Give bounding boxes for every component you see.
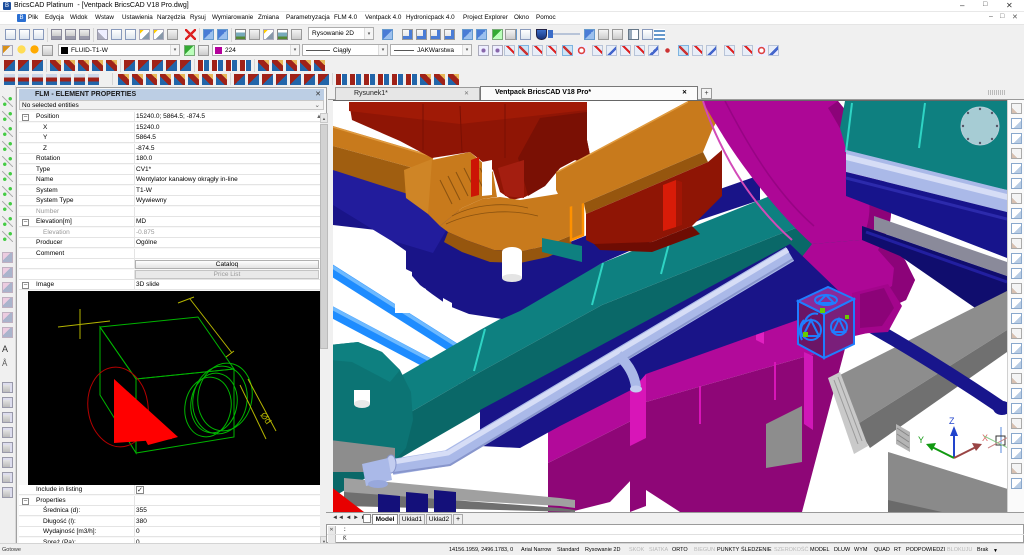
svg-text:Ød: Ød (258, 410, 273, 426)
svg-text:Y: Y (918, 435, 924, 445)
svg-text:Z: Z (949, 416, 955, 426)
